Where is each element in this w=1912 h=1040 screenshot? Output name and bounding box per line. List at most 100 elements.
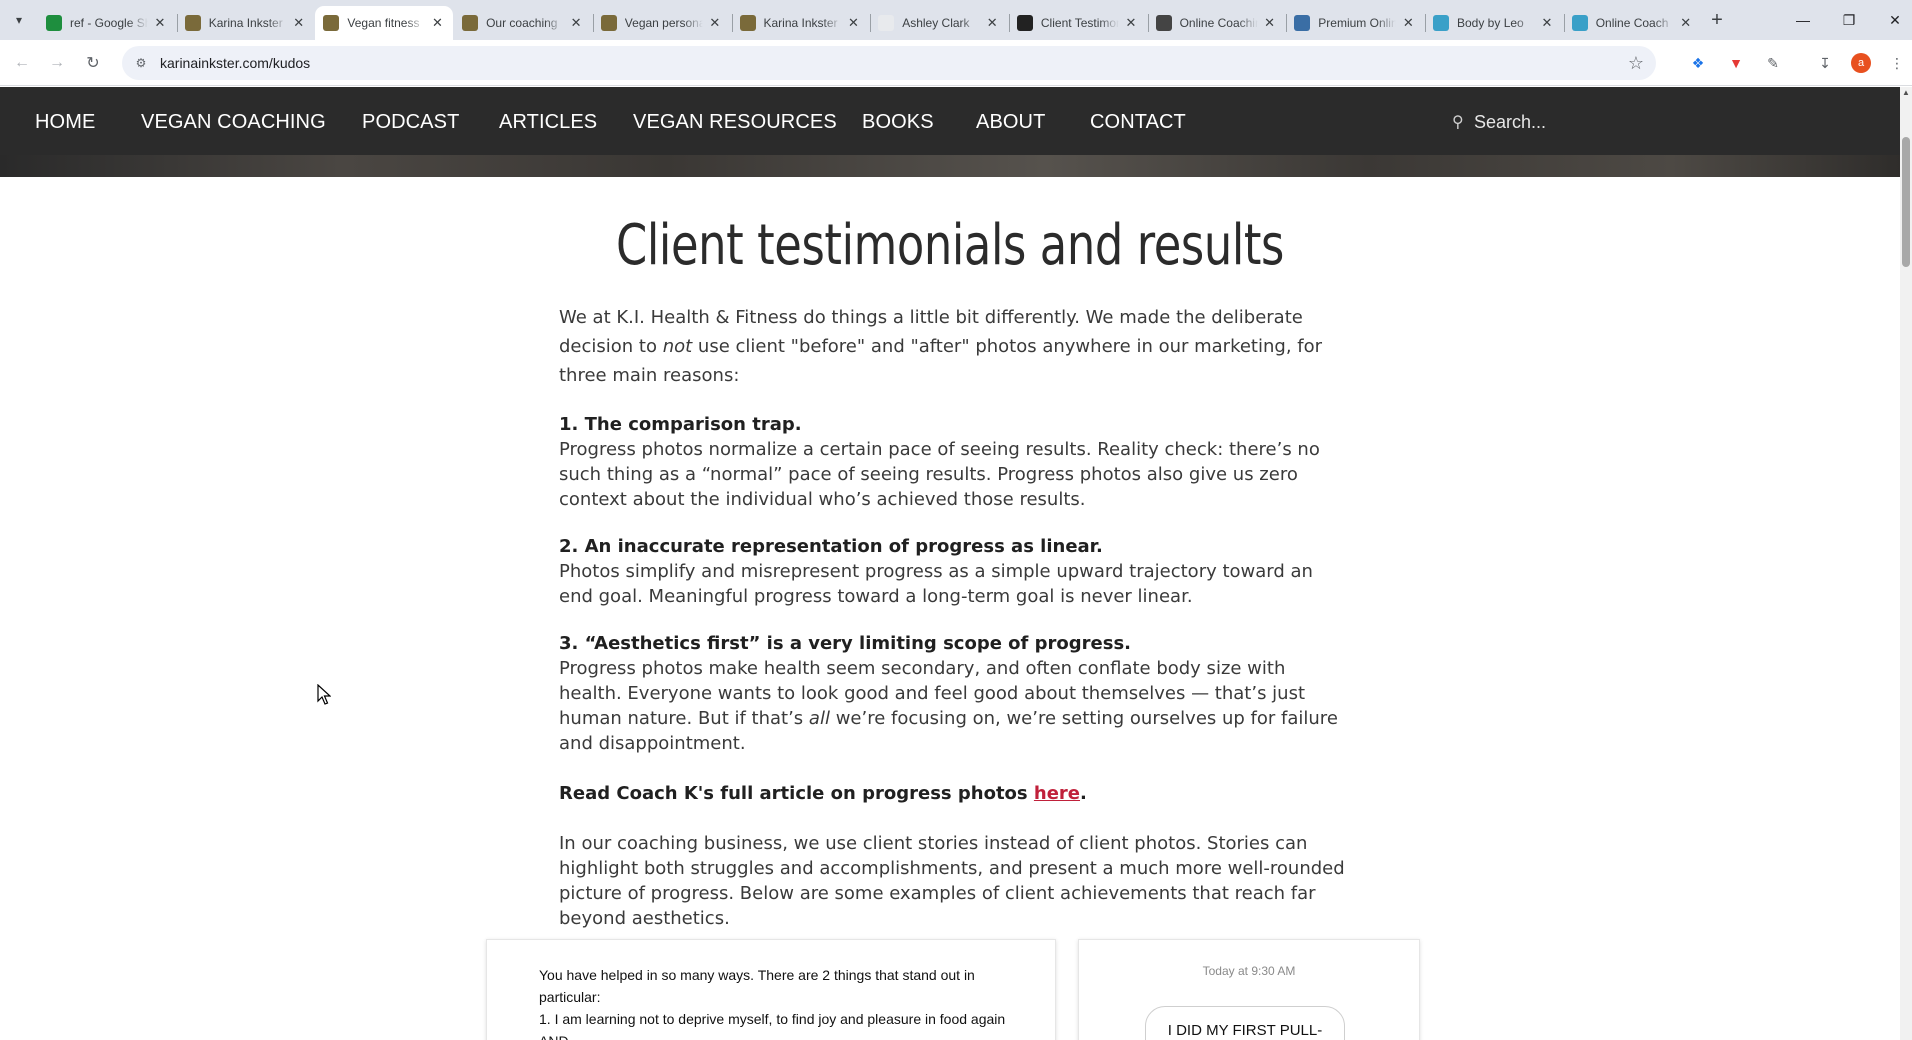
nav-books[interactable]: BOOKS	[862, 87, 934, 155]
sheets-icon	[46, 15, 62, 31]
tab-close-icon[interactable]: ✕	[1262, 15, 1278, 31]
nav-about[interactable]: ABOUT	[976, 87, 1045, 155]
site-icon	[600, 15, 617, 31]
reason-2-heading: 2. An inaccurate representation of progr…	[559, 536, 1103, 557]
tab-close-icon[interactable]: ✕	[568, 15, 584, 31]
bookmark-star-icon[interactable]: ☆	[1622, 49, 1650, 77]
tab-title: Online Coach	[1595, 16, 1669, 30]
browser-tab[interactable]: Our coaching ✕	[454, 6, 592, 40]
restore-button[interactable]: ❐	[1826, 0, 1872, 40]
search-icon: ⚲	[1452, 114, 1464, 131]
tab-title: Karina Inkster	[763, 16, 838, 30]
close-window-button[interactable]: ✕	[1872, 0, 1912, 40]
tab-close-icon[interactable]: ✕	[984, 15, 1000, 31]
site-icon	[1016, 15, 1033, 31]
scrollbar-thumb[interactable]	[1902, 137, 1910, 267]
browser-tab[interactable]: Karina Inkster ✕	[732, 6, 870, 40]
forward-button[interactable]: →	[43, 49, 71, 77]
tab-close-icon[interactable]: ✕	[1400, 15, 1416, 31]
outro-paragraph: In our coaching business, we use client …	[559, 833, 1345, 929]
site-icon	[739, 15, 756, 31]
site-search: ⚲	[1452, 107, 1642, 137]
testimonial-card-chat: Today at 9:30 AM I DID MY FIRST PULL-	[1078, 939, 1420, 1040]
reason-3: 3. “Aesthetics first” is a very limiting…	[559, 631, 1349, 756]
reason-2-text: Photos simplify and misrepresent progres…	[559, 561, 1313, 607]
article-link-here[interactable]: here	[1034, 783, 1080, 804]
site-info-icon[interactable]: ⚙	[132, 54, 150, 72]
testimonial-card-text: You have helped in so many ways. There a…	[486, 939, 1056, 1040]
browser-tab[interactable]: Body by Leo ✕	[1425, 6, 1563, 40]
blank-icon	[878, 15, 895, 31]
tab-close-icon[interactable]: ✕	[1539, 15, 1555, 31]
site-navigation: HOME VEGAN COACHING PODCAST ARTICLES VEG…	[0, 87, 1900, 155]
nav-vegan-coaching[interactable]: VEGAN COACHING	[141, 87, 326, 155]
article-body: We at K.I. Health & Fitness do things a …	[559, 303, 1349, 931]
mouse-cursor-icon	[317, 684, 331, 705]
tab-close-icon[interactable]: ✕	[846, 15, 862, 31]
browser-tab[interactable]: Online Coach ✕	[1564, 6, 1702, 40]
reason-1-heading: 1. The comparison trap.	[559, 414, 802, 435]
scroll-up-arrow-icon[interactable]: ▲	[1900, 87, 1912, 99]
url-text[interactable]: karinainkster.com/kudos	[160, 55, 1622, 71]
page-title: Client testimonials and results	[616, 213, 1284, 278]
tab-close-icon[interactable]: ✕	[1678, 15, 1694, 31]
browser-tab[interactable]: Online Coaching ✕	[1148, 6, 1286, 40]
tab-search-icon[interactable]: ▾	[8, 9, 30, 31]
nav-articles[interactable]: ARTICLES	[499, 87, 597, 155]
tab-separator	[1286, 14, 1288, 32]
tab-title: Ashley Clark	[902, 16, 970, 30]
reload-button[interactable]: ↻	[79, 49, 107, 77]
reason-1: 1. The comparison trap. Progress photos …	[559, 412, 1349, 512]
reason-2: 2. An inaccurate representation of progr…	[559, 534, 1349, 609]
shield-extension-icon[interactable]: ▼	[1724, 51, 1748, 75]
nav-vegan-resources[interactable]: VEGAN RESOURCES	[633, 87, 837, 155]
browser-tab[interactable]: Karina Inkster ✕	[177, 6, 315, 40]
browser-menu-icon[interactable]: ⋮	[1885, 51, 1909, 75]
tab-close-icon[interactable]: ✕	[152, 15, 168, 31]
tab-close-icon[interactable]: ✕	[1123, 15, 1139, 31]
read-more-line: Read Coach K's full article on progress …	[559, 783, 1087, 804]
nav-home[interactable]: HOME	[35, 87, 95, 155]
page-scrollbar[interactable]: ▲	[1900, 87, 1912, 1040]
browser-tab[interactable]: Ashley Clark ✕	[870, 6, 1008, 40]
address-bar[interactable]: ⚙ karinainkster.com/kudos ☆	[122, 46, 1656, 80]
hero-banner-strip	[0, 155, 1900, 177]
extension-icon[interactable]: ❖	[1686, 51, 1710, 75]
nav-podcast[interactable]: PODCAST	[362, 87, 459, 155]
downloads-icon[interactable]: ↧	[1813, 51, 1837, 75]
minimize-button[interactable]: —	[1780, 0, 1826, 40]
testimonial-message: You have helped in so many ways. There a…	[539, 967, 1006, 1040]
extensions-puzzle-icon[interactable]: ✎	[1761, 51, 1785, 75]
site-icon	[184, 15, 201, 31]
browser-tab[interactable]: ref - Google Sheets ✕	[38, 6, 176, 40]
tab-close-icon[interactable]: ✕	[429, 15, 445, 31]
tab-separator	[1008, 14, 1010, 32]
intro-paragraph: We at K.I. Health & Fitness do things a …	[559, 307, 1323, 386]
tab-separator	[592, 14, 594, 32]
nav-contact[interactable]: CONTACT	[1090, 87, 1186, 155]
tab-close-icon[interactable]: ✕	[707, 15, 723, 31]
profile-avatar[interactable]: a	[1851, 53, 1871, 73]
back-button[interactable]: ←	[8, 49, 36, 77]
tab-close-icon[interactable]: ✕	[291, 15, 307, 31]
site-search-input[interactable]	[1474, 111, 1634, 133]
tab-separator	[731, 14, 733, 32]
site-icon	[323, 15, 340, 31]
tab-title: Premium Online	[1318, 16, 1397, 30]
tab-separator	[1147, 14, 1149, 32]
tab-title: Karina Inkster	[208, 16, 283, 30]
tab-title: Our coaching	[486, 16, 558, 30]
browser-tab[interactable]: Client Testimonials ✕	[1009, 6, 1147, 40]
wordpress-icon	[1294, 15, 1311, 31]
tab-title: Client Testimonials	[1040, 16, 1119, 30]
new-tab-button[interactable]: +	[1705, 8, 1729, 32]
reason-3-heading: 3. “Aesthetics first” is a very limiting…	[559, 633, 1132, 654]
browser-tab[interactable]: Premium Online ✕	[1286, 6, 1424, 40]
chat-bubble: I DID MY FIRST PULL-	[1145, 1006, 1345, 1040]
browser-tab[interactable]: Vegan fitness ✕	[315, 6, 454, 40]
tab-title: Online Coaching	[1179, 16, 1258, 30]
cube-icon	[1155, 15, 1172, 31]
reason-1-text: Progress photos normalize a certain pace…	[559, 439, 1320, 510]
browser-tab[interactable]: Vegan personal ✕	[593, 6, 731, 40]
tab-title: Body by Leo	[1457, 16, 1524, 30]
